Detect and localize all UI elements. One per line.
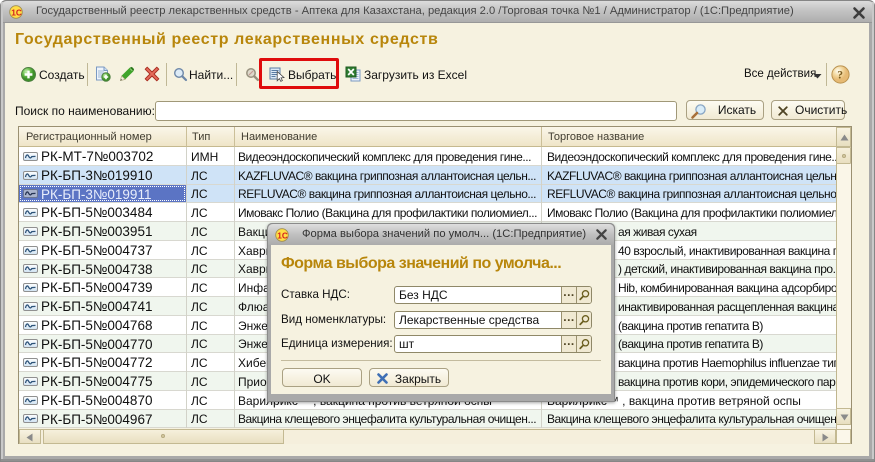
svg-text:1С: 1С xyxy=(11,7,22,17)
svg-text:1С: 1С xyxy=(277,230,288,240)
svg-text:?: ? xyxy=(837,70,843,82)
